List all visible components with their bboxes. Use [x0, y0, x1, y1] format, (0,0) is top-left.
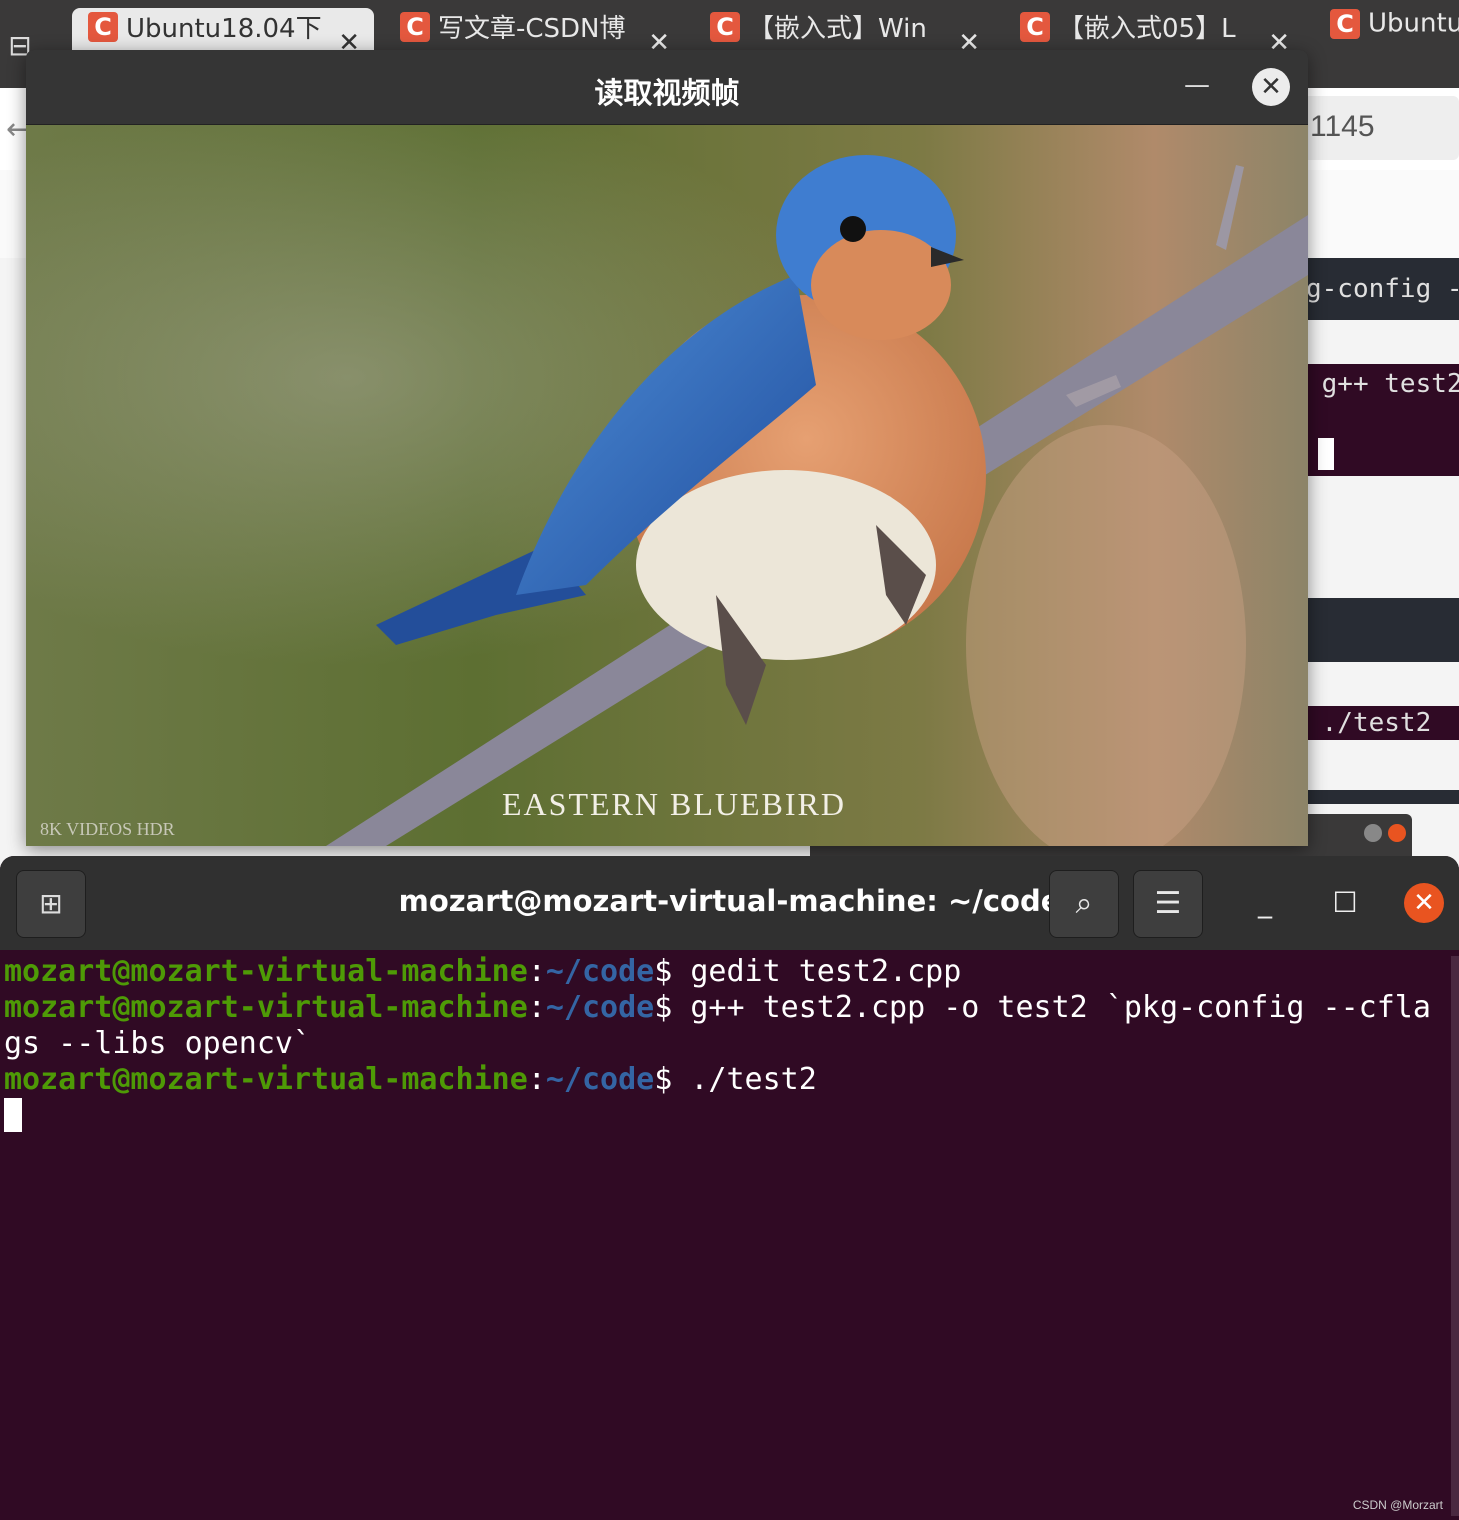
code-snippet-text: ./test2: [1321, 708, 1432, 738]
video-frame: EASTERN BLUEBIRD 8K VIDEOS HDR: [26, 125, 1308, 846]
close-icon[interactable]: ✕: [1404, 883, 1444, 923]
bluebird-frame-image: EASTERN BLUEBIRD 8K VIDEOS HDR: [26, 125, 1308, 846]
prompt-symbol: $: [654, 1062, 691, 1097]
close-icon[interactable]: [1388, 824, 1406, 842]
terminal-title: mozart@mozart-virtual-machine: ~/code: [398, 884, 1061, 918]
video-window-title: 读取视频帧: [594, 76, 740, 110]
tab-title: 【嵌入式05】L: [1058, 14, 1236, 44]
minimize-icon[interactable]: _: [1248, 886, 1282, 920]
url-text: 1145: [1310, 110, 1375, 143]
code-snippet-run: ./test2: [1306, 706, 1459, 740]
csdn-favicon-icon: C: [710, 11, 740, 42]
prompt-path: ~/code: [545, 1062, 655, 1097]
prompt-colon: :: [527, 1062, 546, 1097]
command-text: ./test2: [690, 1062, 817, 1097]
terminal-line: mozart@mozart-virtual-machine:~/code$ ./…: [4, 1062, 1448, 1098]
prompt-path: ~/code: [545, 990, 655, 1025]
prompt-user: mozart@mozart-virtual-machine: [4, 1062, 528, 1097]
tab-title: 【嵌入式】Win: [748, 14, 927, 44]
tab-title: Ubuntu: [1368, 8, 1459, 39]
video-frame-window: 读取视频帧 — ✕ EASTERN BLUEBIRD 8K VIDEOS HDR: [26, 50, 1308, 846]
terminal-cursor: [4, 1098, 22, 1132]
search-icon[interactable]: ⌕: [1049, 870, 1119, 938]
prompt-path: ~/code: [545, 954, 655, 989]
terminal-output[interactable]: mozart@mozart-virtual-machine:~/code$ ge…: [4, 954, 1448, 1134]
code-snippet-pkg-config: g-config -: [1306, 258, 1459, 320]
prompt-colon: :: [527, 990, 546, 1025]
prompt-symbol: $: [654, 990, 691, 1025]
code-snippet-gpp: g++ test2: [1306, 364, 1459, 476]
code-snippet-divider: [1306, 790, 1459, 804]
csdn-favicon-icon: C: [1020, 11, 1050, 42]
prompt-user: mozart@mozart-virtual-machine: [4, 954, 528, 989]
browser-tab-5[interactable]: C Ubuntu: [1314, 8, 1459, 88]
code-snippet-text: g-config -: [1306, 274, 1459, 304]
prompt-user: mozart@mozart-virtual-machine: [4, 990, 528, 1025]
page-watermark: CSDN @Morzart: [1352, 1498, 1443, 1512]
terminal-line: mozart@mozart-virtual-machine:~/code$ g+…: [4, 990, 1448, 1062]
csdn-favicon-icon: C: [1330, 8, 1360, 39]
csdn-favicon-icon: C: [88, 11, 118, 42]
video-watermark: 8K VIDEOS HDR: [40, 819, 175, 839]
minimize-icon[interactable]: [1364, 824, 1382, 842]
tab-title: 写文章-CSDN博: [438, 14, 626, 44]
tab-title: Ubuntu18.04下: [126, 14, 322, 44]
prompt-symbol: $: [654, 954, 691, 989]
maximize-icon[interactable]: ☐: [1328, 886, 1362, 920]
command-text: gedit test2.cpp: [690, 954, 962, 989]
terminal-cursor: [1318, 438, 1334, 470]
minimize-icon[interactable]: —: [1182, 70, 1212, 100]
video-window-titlebar[interactable]: 读取视频帧 — ✕: [26, 50, 1308, 125]
hamburger-menu-icon[interactable]: ☰: [1133, 870, 1203, 938]
terminal-headerbar[interactable]: ⊞ mozart@mozart-virtual-machine: ~/code …: [0, 856, 1459, 950]
code-snippet-block: [1306, 598, 1459, 662]
video-caption: EASTERN BLUEBIRD: [502, 786, 846, 822]
terminal-window[interactable]: ⊞ mozart@mozart-virtual-machine: ~/code …: [0, 856, 1459, 1520]
csdn-favicon-icon: C: [400, 11, 430, 42]
close-icon[interactable]: ✕: [1252, 68, 1290, 106]
code-snippet-text: g++ test2: [1321, 369, 1459, 399]
terminal-scrollbar[interactable]: [1451, 956, 1459, 1516]
terminal-line: mozart@mozart-virtual-machine:~/code$ ge…: [4, 954, 1448, 990]
prompt-colon: :: [527, 954, 546, 989]
